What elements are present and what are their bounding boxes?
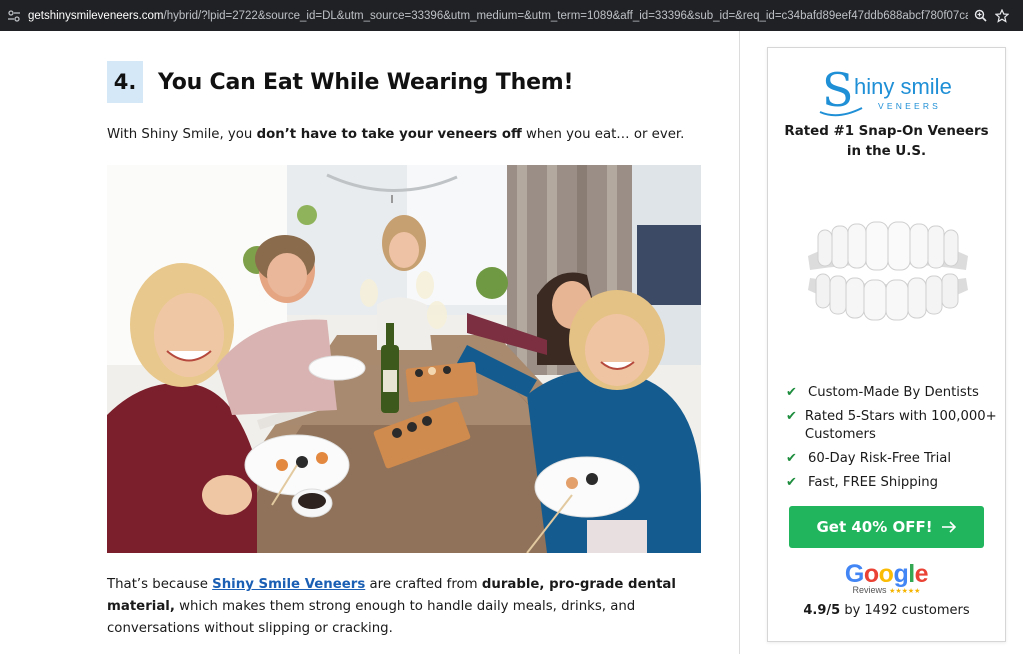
- logo-initial: S: [822, 63, 854, 117]
- ad-headline: Rated #1 Snap-On Veneers in the U.S.: [768, 122, 1005, 162]
- shiny-smile-veneers-link[interactable]: Shiny Smile Veneers: [212, 577, 365, 592]
- ad-headline-line1: Rated #1 Snap-On Veneers: [784, 124, 989, 139]
- section-heading: 4. You Can Eat While Wearing Them!: [107, 61, 574, 103]
- google-letter: e: [914, 560, 929, 588]
- body-paragraph: That’s because Shiny Smile Veneers are c…: [107, 574, 707, 640]
- google-letter: G: [844, 560, 864, 588]
- body-text-middle: are crafted from: [365, 577, 482, 592]
- google-reviews-label: Reviews ★★★★★: [768, 585, 1005, 595]
- feature-label: 60-Day Risk-Free Trial: [808, 451, 951, 466]
- feature-label: Fast, FREE Shipping: [808, 475, 939, 490]
- shiny-smile-logo[interactable]: S hiny smile VENEERS: [818, 62, 968, 120]
- checkmark-icon: ✔: [786, 451, 797, 466]
- google-reviews-badge: Google Reviews ★★★★★: [768, 560, 1005, 595]
- rating-text: by 1492 customers: [840, 603, 970, 618]
- feature-item: ✔ Fast, FREE Shipping: [786, 474, 998, 492]
- cta-label: Get 40% OFF!: [816, 518, 933, 536]
- checkmark-icon: ✔: [786, 409, 797, 424]
- sidebar-ad-card: S hiny smile VENEERS Rated #1 Snap-On Ve…: [767, 47, 1006, 642]
- ad-headline-line2: in the U.S.: [846, 144, 927, 159]
- url-text[interactable]: getshinysmileveneers.com/hybrid/?lpid=27…: [28, 10, 968, 22]
- get-discount-button[interactable]: Get 40% OFF!: [789, 506, 984, 548]
- checkmark-icon: ✔: [786, 385, 797, 400]
- google-word: Google: [844, 560, 929, 588]
- intro-bold-text: don’t have to take your veneers off: [256, 127, 522, 142]
- women-dining-toast-photo: [107, 165, 701, 553]
- section-title: You Can Eat While Wearing Them!: [158, 69, 574, 95]
- customer-rating: 4.9/5 by 1492 customers: [768, 603, 1005, 618]
- google-letter: o: [863, 560, 879, 588]
- google-letter: g: [893, 560, 909, 588]
- logo-word: hiny smile: [854, 74, 952, 99]
- feature-list: ✔ Custom-Made By Dentists ✔ Rated 5-Stars …: [786, 384, 998, 498]
- site-settings-icon[interactable]: [7, 9, 21, 23]
- body-text-start: That’s because: [107, 577, 213, 592]
- rating-stars-icon: ★★★★★: [889, 588, 921, 595]
- feature-item: ✔ 60-Day Risk-Free Trial: [786, 450, 998, 468]
- intro-paragraph: With Shiny Smile, you don’t have to take…: [107, 127, 684, 142]
- google-logo: Google: [768, 560, 1005, 588]
- step-number-badge: 4.: [107, 61, 143, 103]
- intro-text-end: when you eat… or ever.: [521, 127, 685, 142]
- veneers-teeth-image: [798, 218, 978, 328]
- bookmark-star-icon[interactable]: [992, 6, 1012, 26]
- feature-label: Custom-Made By Dentists: [808, 385, 979, 400]
- arrow-right-icon: [941, 518, 957, 537]
- feature-item: ✔ Rated 5-Stars with 100,000+ Customers: [786, 408, 998, 444]
- url-path: /hybrid/?lpid=2722&source_id=DL&utm_sour…: [163, 9, 968, 22]
- feature-label: Rated 5-Stars with 100,000+ Customers: [804, 409, 997, 442]
- google-letter: o: [878, 560, 894, 588]
- checkmark-icon: ✔: [786, 475, 797, 490]
- url-host: getshinysmileveneers.com: [28, 9, 164, 22]
- intro-text-start: With Shiny Smile, you: [107, 127, 257, 142]
- feature-item: ✔ Custom-Made By Dentists: [786, 384, 998, 402]
- body-text-end: which makes them strong enough to handle…: [107, 599, 636, 636]
- browser-address-bar: getshinysmileveneers.com/hybrid/?lpid=27…: [0, 0, 1023, 31]
- logo-sub: VENEERS: [878, 101, 941, 111]
- column-divider: [739, 31, 740, 654]
- rating-value: 4.9/5: [803, 603, 841, 618]
- zoom-icon[interactable]: [970, 6, 990, 26]
- google-sub: Reviews: [852, 585, 887, 595]
